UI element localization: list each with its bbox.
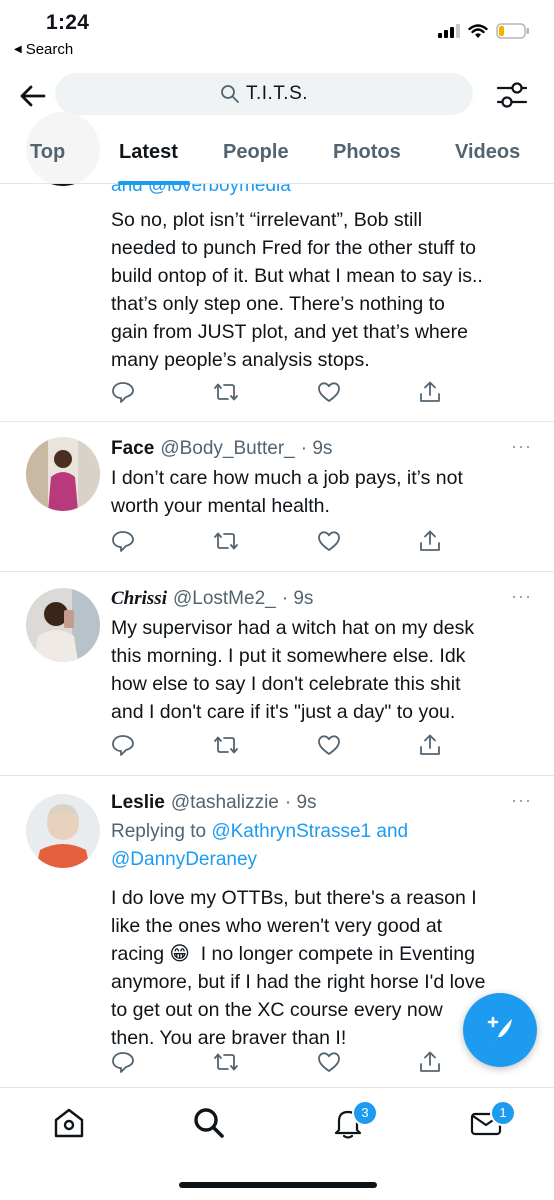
battery-icon	[496, 23, 529, 39]
home-icon[interactable]	[52, 1106, 86, 1140]
reply-mention[interactable]: @KathrynStrasse1	[211, 821, 371, 842]
tweet-time: · 9s	[300, 438, 333, 459]
user-handle[interactable]: @LostMe2_	[173, 586, 276, 612]
tweet[interactable]: Face @Body_Butter_ · 9s I don’t care how…	[0, 422, 554, 572]
tweet-time: · 9s	[281, 588, 314, 609]
retweet-icon[interactable]	[213, 530, 239, 552]
reply-icon[interactable]	[111, 381, 135, 403]
tab-photos[interactable]: Photos	[333, 141, 401, 164]
home-indicator[interactable]	[179, 1182, 377, 1188]
tab-top[interactable]: Top	[30, 141, 65, 164]
wifi-icon	[468, 23, 488, 38]
tweet-actions	[111, 1051, 441, 1073]
tweet-actions	[111, 734, 441, 756]
compose-icon	[487, 1016, 512, 1043]
active-tab-indicator	[118, 181, 190, 185]
reply-icon[interactable]	[111, 734, 135, 756]
filter-icon[interactable]	[496, 80, 528, 110]
like-icon[interactable]	[317, 530, 341, 552]
messages-badge: 1	[490, 1100, 516, 1126]
status-icons	[438, 23, 530, 39]
search-icon	[221, 85, 239, 103]
search-tabs: Top Latest People Photos Videos	[0, 136, 554, 185]
signal-icon	[438, 24, 460, 38]
avatar[interactable]	[26, 794, 100, 868]
like-icon[interactable]	[317, 381, 341, 403]
reply-and: and	[376, 821, 409, 842]
tweet-actions	[111, 530, 441, 552]
user-handle[interactable]: @Body_Butter_	[160, 436, 294, 462]
retweet-icon[interactable]	[213, 381, 239, 403]
display-name[interactable]: Leslie	[111, 790, 165, 816]
reply-mention[interactable]: @DannyDeraney	[111, 849, 257, 870]
user-handle[interactable]: @tashalizzie	[171, 790, 279, 816]
compose-tweet-button[interactable]	[463, 993, 537, 1067]
retweet-icon[interactable]	[213, 734, 239, 756]
reply-icon[interactable]	[111, 530, 135, 552]
status-time: 1:24	[46, 11, 90, 34]
reply-icon[interactable]	[111, 1051, 135, 1073]
back-triangle-icon: ◀	[14, 44, 22, 55]
back-app-label: Search	[25, 41, 74, 58]
notifications-badge: 3	[352, 1100, 378, 1126]
tweet-actions	[111, 381, 441, 403]
share-icon[interactable]	[419, 530, 441, 552]
replying-to: Replying to @KathrynStrasse1 and @DannyD…	[111, 818, 534, 874]
tweet[interactable]: Chrissi @LostMe2_ · 9s My supervisor had…	[0, 572, 554, 776]
avatar-photo	[26, 437, 100, 511]
avatar[interactable]	[26, 437, 100, 511]
tweet-text: I don’t care how much a job pays, it’s n…	[111, 467, 463, 517]
explore-icon[interactable]	[192, 1106, 226, 1140]
search-input[interactable]: T.I.T.S.	[55, 73, 473, 115]
tweet-text: So no, plot isn’t “irrelevant”, Bob stil…	[111, 209, 483, 371]
more-options-icon[interactable]: ···	[511, 436, 532, 457]
more-options-icon[interactable]: ···	[511, 586, 532, 607]
replying-prefix: Replying to	[111, 821, 207, 842]
share-icon[interactable]	[419, 1051, 441, 1073]
back-to-app-link[interactable]: ◀ Search	[14, 41, 73, 58]
display-name[interactable]: Face	[111, 436, 154, 462]
back-arrow-icon[interactable]	[18, 81, 48, 111]
tweet-time: · 9s	[284, 792, 317, 813]
status-bar: 1:24 ◀ Search	[0, 0, 554, 64]
like-icon[interactable]	[317, 734, 341, 756]
share-icon[interactable]	[419, 381, 441, 403]
avatar[interactable]	[26, 588, 100, 662]
tweet-meta: Face @Body_Butter_ · 9s	[111, 436, 534, 462]
more-options-icon[interactable]: ···	[511, 790, 532, 811]
avatar-photo	[26, 588, 100, 662]
display-name[interactable]: Chrissi	[111, 586, 167, 612]
tweet[interactable]: and @loverboymedia So no, plot isn’t “ir…	[0, 112, 554, 422]
tweet-meta: Chrissi @LostMe2_ · 9s	[111, 586, 534, 612]
share-icon[interactable]	[419, 734, 441, 756]
tweet-meta: Leslie @tashalizzie · 9s	[111, 790, 534, 816]
search-header: T.I.T.S. Top Latest People Photos Videos	[0, 64, 554, 185]
tab-people[interactable]: People	[223, 141, 289, 164]
retweet-icon[interactable]	[213, 1051, 239, 1073]
tweet-feed: and @loverboymedia So no, plot isn’t “ir…	[0, 112, 554, 1096]
avatar-photo	[26, 794, 100, 868]
like-icon[interactable]	[317, 1051, 341, 1073]
search-query: T.I.T.S.	[245, 83, 309, 104]
tab-latest[interactable]: Latest	[119, 141, 178, 164]
bottom-nav: 3 1	[0, 1087, 554, 1200]
tweet-text: My supervisor had a witch hat on my desk…	[111, 617, 475, 723]
tab-videos[interactable]: Videos	[455, 141, 520, 164]
